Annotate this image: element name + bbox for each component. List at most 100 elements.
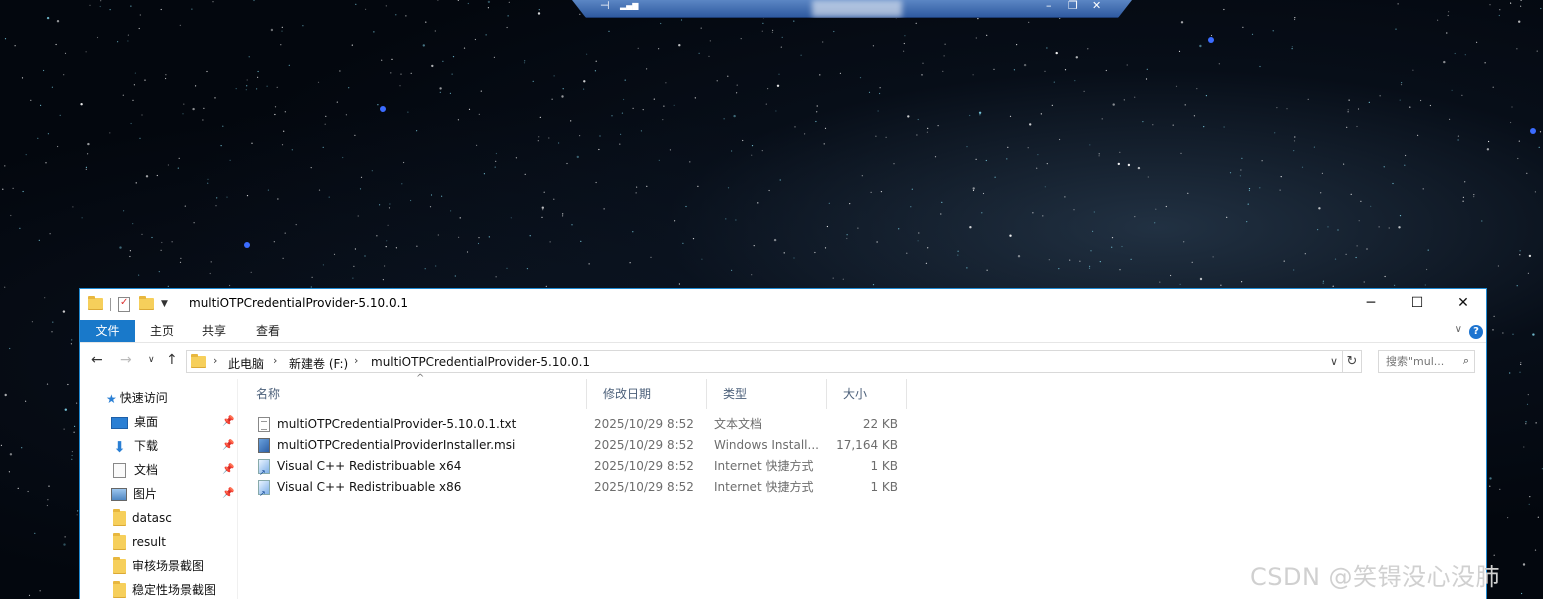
properties-icon[interactable] xyxy=(118,296,130,312)
breadcrumb-separator[interactable]: › xyxy=(273,354,277,367)
breadcrumb-drive[interactable]: 新建卷 (F:) xyxy=(289,355,348,372)
star xyxy=(73,431,75,433)
nav-item-pictures[interactable]: 图片 xyxy=(111,483,157,505)
nav-item-result[interactable]: result xyxy=(113,531,166,553)
window-title: multiOTPCredentialProvider-5.10.0.1 xyxy=(189,296,409,310)
restore-icon[interactable]: ❐ xyxy=(1068,0,1078,12)
nav-item-review-screenshots[interactable]: 审核场景截图 xyxy=(113,555,204,577)
star xyxy=(541,206,544,209)
search-input[interactable] xyxy=(1379,351,1455,372)
column-header-modified[interactable]: 修改日期 xyxy=(587,379,707,409)
nav-item-datasc[interactable]: datasc xyxy=(113,507,172,529)
breadcrumb-separator[interactable]: › xyxy=(213,354,217,367)
column-header-type[interactable]: 类型 xyxy=(707,379,827,409)
tab-home[interactable]: 主页 xyxy=(137,320,187,342)
star xyxy=(621,112,624,114)
star xyxy=(40,104,42,106)
star xyxy=(979,114,981,116)
star xyxy=(281,30,283,32)
pin-icon[interactable]: ⊣ xyxy=(600,0,610,12)
nav-quick-access[interactable]: ★ 快速访问 xyxy=(106,387,168,409)
search-icon[interactable]: ⌕ xyxy=(1463,354,1469,368)
star xyxy=(424,268,426,270)
forward-arrow-icon[interactable]: → xyxy=(120,352,132,368)
star xyxy=(132,223,134,225)
file-row[interactable]: multiOTPCredentialProviderInstaller.msi … xyxy=(256,435,910,456)
star xyxy=(736,84,738,86)
file-row[interactable]: Visual C++ Redistribuable x64 2025/10/29… xyxy=(256,456,910,483)
star xyxy=(1401,82,1403,84)
recent-locations-chevron-icon[interactable]: ∨ xyxy=(148,355,155,365)
minimize-icon[interactable]: – xyxy=(1046,0,1052,12)
pin-icon[interactable]: 📌 xyxy=(222,440,234,451)
star xyxy=(355,3,357,5)
minimize-button[interactable]: ─ xyxy=(1348,289,1394,317)
star xyxy=(468,108,471,110)
file-row[interactable]: Visual C++ Redistribuable x86 2025/10/29… xyxy=(256,477,910,504)
star xyxy=(1422,188,1424,190)
remote-desktop-bar[interactable]: ⊣ ▂▄▆ – ❐ ✕ xyxy=(572,0,1132,18)
star xyxy=(1519,254,1521,256)
close-button[interactable]: ✕ xyxy=(1440,289,1486,317)
new-folder-icon[interactable] xyxy=(139,296,154,310)
star xyxy=(410,72,412,74)
star xyxy=(47,133,50,135)
star xyxy=(1119,269,1121,271)
address-dropdown-chevron-icon[interactable]: ∨ xyxy=(1330,355,1338,368)
pin-icon[interactable]: 📌 xyxy=(222,416,234,427)
pin-icon[interactable]: 📌 xyxy=(222,464,234,475)
star xyxy=(1383,166,1385,168)
star xyxy=(1449,118,1451,120)
tab-view[interactable]: 查看 xyxy=(243,320,293,342)
title-bar[interactable]: ▼ multiOTPCredentialProvider-5.10.0.1 ─ … xyxy=(80,289,1486,317)
pin-icon[interactable]: 📌 xyxy=(222,488,234,499)
star xyxy=(794,126,796,128)
star xyxy=(872,284,875,286)
star xyxy=(1520,363,1522,365)
star xyxy=(595,181,597,184)
up-arrow-icon[interactable]: ↑ xyxy=(166,352,178,368)
star xyxy=(226,196,228,198)
maximize-button[interactable]: ☐ xyxy=(1394,289,1440,317)
breadcrumb-separator[interactable]: › xyxy=(354,354,358,367)
nav-item-downloads[interactable]: ⬇ 下载 xyxy=(111,435,158,457)
column-header-name[interactable]: 名称 xyxy=(240,379,587,409)
star xyxy=(9,347,11,350)
breadcrumb-this-pc[interactable]: 此电脑 xyxy=(228,355,264,372)
breadcrumb-folder[interactable]: multiOTPCredentialProvider-5.10.0.1 xyxy=(371,355,590,369)
nav-item-desktop[interactable]: 桌面 xyxy=(111,411,158,433)
nav-item-stability-screenshots[interactable]: 稳定性场景截图 xyxy=(113,579,216,599)
star xyxy=(182,113,184,115)
bright-star xyxy=(1208,37,1214,43)
back-arrow-icon[interactable]: ← xyxy=(91,352,103,368)
star xyxy=(969,114,971,117)
star xyxy=(1521,592,1523,595)
star xyxy=(109,9,111,11)
tab-file[interactable]: 文件 xyxy=(80,320,135,342)
file-row[interactable]: multiOTPCredentialProvider-5.10.0.1.txt … xyxy=(256,414,910,435)
star xyxy=(723,118,725,120)
star xyxy=(87,142,90,146)
star xyxy=(138,27,140,30)
help-icon[interactable]: ? xyxy=(1469,325,1483,339)
expand-ribbon-icon[interactable]: ∨ xyxy=(1455,324,1462,335)
search-box[interactable]: ⌕ xyxy=(1378,350,1475,373)
address-bar[interactable]: › 此电脑 › 新建卷 (F:) › multiOTPCredentialPro… xyxy=(186,350,1362,373)
refresh-button[interactable]: ↻ xyxy=(1342,350,1362,373)
nav-item-label: 下载 xyxy=(134,439,159,453)
star xyxy=(778,73,780,75)
star xyxy=(274,113,276,116)
file-type: 文本文档 xyxy=(714,417,763,431)
customize-toolbar-chevron-icon[interactable]: ▼ xyxy=(161,299,168,309)
tab-share[interactable]: 共享 xyxy=(189,320,239,342)
star xyxy=(943,55,945,57)
star xyxy=(1321,172,1323,174)
star xyxy=(1089,144,1091,146)
close-icon[interactable]: ✕ xyxy=(1092,0,1101,12)
star xyxy=(1348,99,1350,101)
star xyxy=(925,262,928,264)
nav-item-documents[interactable]: 文档 xyxy=(111,459,158,481)
column-header-size[interactable]: 大小 xyxy=(827,379,907,409)
star xyxy=(1111,246,1113,248)
star xyxy=(430,194,433,196)
